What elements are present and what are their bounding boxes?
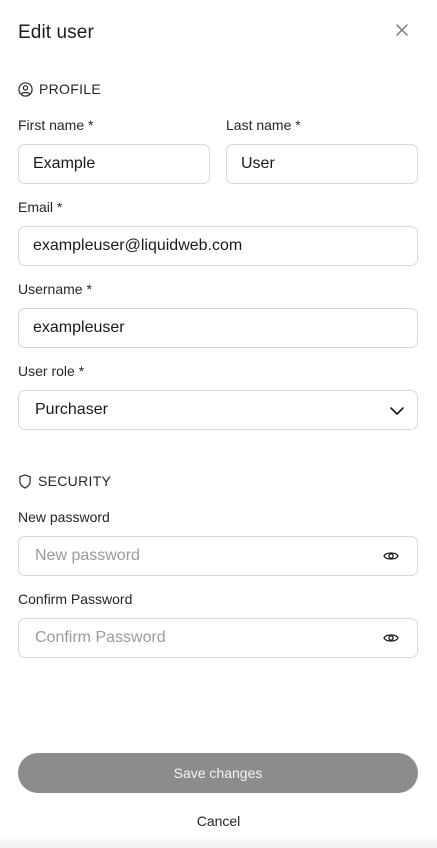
first-name-input[interactable] (19, 145, 209, 183)
shield-icon (19, 473, 31, 489)
profile-section-heading: PROFILE (18, 81, 101, 97)
email-label-text: Email (18, 199, 54, 215)
chevron-down-icon (390, 407, 404, 415)
last-name-input[interactable] (227, 145, 417, 183)
user-role-label: User role * (18, 363, 84, 379)
eye-icon (383, 634, 399, 642)
user-role-label-text: User role (18, 363, 75, 379)
required-mark: * (86, 281, 92, 297)
last-name-label: Last name * (226, 117, 301, 133)
security-heading-text: SECURITY (38, 473, 112, 489)
user-role-value: Purchaser (35, 401, 108, 418)
email-input[interactable] (19, 227, 417, 265)
toggle-new-password-visibility[interactable] (383, 550, 399, 562)
required-mark: * (295, 117, 301, 133)
new-password-field[interactable] (18, 536, 418, 576)
user-role-select[interactable]: Purchaser (18, 390, 418, 430)
username-label-text: Username (18, 281, 83, 297)
required-mark: * (56, 199, 63, 215)
username-label: Username * (18, 281, 92, 297)
first-name-field[interactable] (18, 144, 210, 184)
first-name-label-text: First name (18, 117, 85, 133)
save-changes-button[interactable]: Save changes (18, 753, 418, 793)
required-mark: * (78, 363, 85, 379)
confirm-password-field[interactable] (18, 618, 418, 658)
bottom-shadow (0, 834, 437, 848)
user-circle-icon (18, 81, 33, 97)
new-password-input[interactable] (19, 537, 417, 575)
toggle-confirm-password-visibility[interactable] (383, 632, 399, 644)
last-name-label-text: Last name (226, 117, 292, 133)
close-icon (396, 24, 408, 36)
username-field[interactable] (18, 308, 418, 348)
confirm-password-label: Confirm Password (18, 591, 133, 607)
required-mark: * (88, 117, 94, 133)
email-field[interactable] (18, 226, 418, 266)
eye-icon (383, 552, 399, 560)
edit-user-panel: Edit user PROFILE First name * Last name… (0, 0, 437, 848)
cancel-button[interactable]: Cancel (0, 810, 437, 832)
close-button[interactable] (392, 20, 412, 40)
profile-heading-text: PROFILE (39, 81, 102, 97)
email-label: Email * (18, 199, 62, 215)
dialog-title: Edit user (18, 22, 94, 43)
new-password-label: New password (18, 509, 110, 525)
security-section-heading: SECURITY (18, 473, 111, 489)
last-name-field[interactable] (226, 144, 418, 184)
username-input[interactable] (19, 309, 417, 347)
first-name-label: First name * (18, 117, 93, 133)
confirm-password-input[interactable] (19, 619, 417, 657)
